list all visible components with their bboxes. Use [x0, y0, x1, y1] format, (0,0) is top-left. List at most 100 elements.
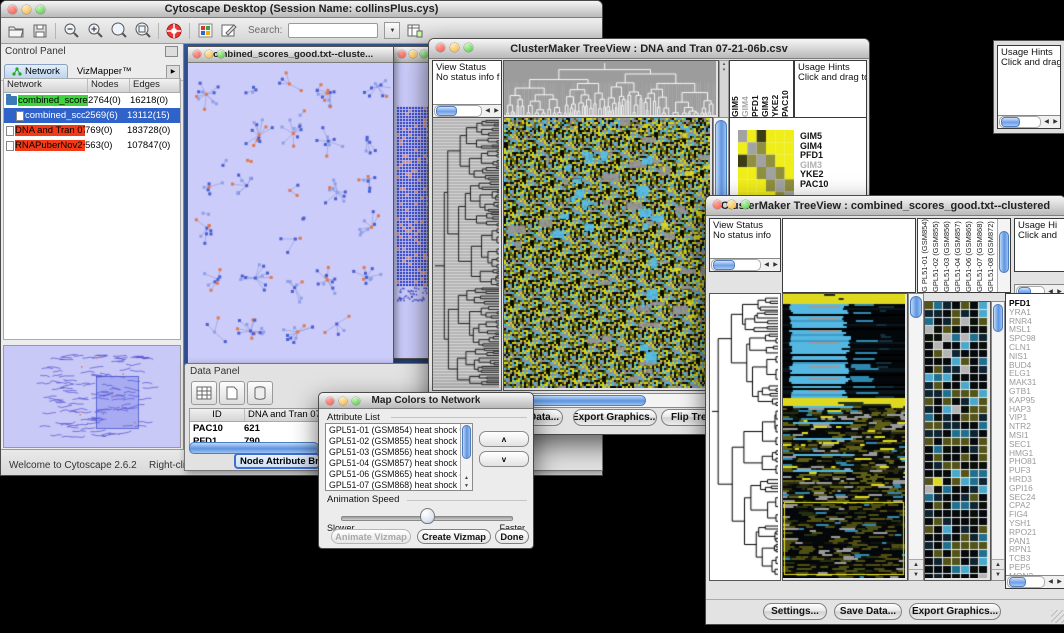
row-dendrogram[interactable] [709, 293, 781, 581]
background-treeview-fragment: Usage Hints Click and drag t ◀▶ [993, 40, 1064, 134]
network-edges-count: 183728(0) [127, 125, 180, 136]
zoom-button[interactable] [36, 5, 45, 14]
search-dropdown-button[interactable]: ▼ [384, 22, 400, 39]
minimize-button[interactable] [727, 200, 736, 209]
heatmap-vscrollbar[interactable]: ▲▼ [908, 293, 924, 581]
column-dendrogram[interactable] [503, 60, 719, 118]
settings-button[interactable]: Settings... [763, 603, 827, 620]
close-button[interactable] [193, 50, 201, 58]
pane-hscrollbar[interactable]: ◀▶ [710, 258, 780, 271]
heatmap-view[interactable] [782, 293, 908, 581]
column-label: GPL51-08 (GSM872) [986, 219, 997, 292]
annotation-icon[interactable] [220, 22, 238, 40]
pane-hscrollbar[interactable]: ◀▶ [433, 104, 501, 117]
tab-overflow-button[interactable]: ▶ [166, 65, 180, 79]
heatmap-view[interactable] [503, 117, 713, 391]
minimize-button[interactable] [205, 50, 213, 58]
view-status-text: No status info [710, 231, 780, 241]
titlebar[interactable]: combined_scores_good.txt--cluste... [188, 47, 393, 63]
network-name: DNA and Tran 07 [15, 125, 85, 136]
divider [391, 417, 527, 418]
attribute-browser-icon[interactable] [406, 22, 424, 40]
network-window-title: combined_scores_good.txt--cluste... [208, 49, 373, 60]
save-data-button[interactable]: Save Data... [834, 603, 902, 620]
close-button[interactable] [436, 43, 445, 52]
attribute-item[interactable]: GPL51-07 (GSM868) heat shock 60 min [327, 480, 460, 491]
move-up-button[interactable]: ʌ [479, 431, 529, 447]
export-graphics-button[interactable]: Export Graphics... [573, 409, 657, 426]
attribute-item[interactable]: GPL51-06 (GSM865) heat shock 40 min [327, 469, 460, 480]
zoom-in-icon[interactable] [86, 22, 104, 40]
move-down-button[interactable]: v [479, 451, 529, 467]
network-row-icon [6, 141, 14, 151]
zoom-vscrollbar[interactable]: ▲▼ [991, 301, 1005, 581]
animate-vizmap-button[interactable]: Animate Vizmap [331, 529, 411, 544]
column-tree-pane[interactable] [782, 218, 916, 293]
zoom-button[interactable] [464, 43, 473, 52]
titlebar[interactable]: ClusterMaker TreeView : combined_scores_… [706, 196, 1064, 216]
pane-hscrollbar[interactable]: ◀▶ [998, 115, 1060, 128]
zoom-heatmap-view[interactable] [924, 301, 991, 581]
network-overview-panel[interactable] [3, 345, 181, 448]
network-row[interactable]: DNA and Tran 07 769(0) 183728(0) [4, 123, 180, 138]
close-button[interactable] [8, 5, 17, 14]
labels-vscrollbar[interactable] [997, 219, 1010, 292]
select-attributes-icon[interactable] [191, 381, 217, 405]
network-nodes-count: 2764(0) [88, 95, 130, 106]
toolbar-separator [189, 23, 190, 39]
main-titlebar[interactable]: Cytoscape Desktop (Session Name: collins… [1, 1, 602, 18]
float-panel-icon[interactable] [165, 46, 178, 57]
heatmap-hscrollbar[interactable] [503, 393, 713, 408]
gene-hscrollbar[interactable]: ◀▶ [1006, 575, 1064, 588]
attribute-item[interactable]: GPL51-04 (GSM857) heat shock 20 min [327, 458, 460, 469]
zoom-selected-icon[interactable] [110, 22, 128, 40]
zoom-out-icon[interactable] [62, 22, 80, 40]
minimize-button[interactable] [339, 397, 347, 405]
attribute-item[interactable]: GPL51-02 (GSM855) heat shock 10 min [327, 436, 460, 447]
close-button[interactable] [713, 200, 722, 209]
search-input[interactable] [288, 23, 378, 38]
attribute-list-vscrollbar[interactable]: ▲ ▼ [460, 424, 472, 490]
open-session-icon[interactable] [7, 22, 25, 40]
animation-speed-slider-thumb[interactable] [420, 508, 435, 524]
close-button[interactable] [326, 397, 334, 405]
attribute-item[interactable]: GPL51-01 (GSM854) heat shock 05 min [327, 425, 460, 436]
vizmapper-icon[interactable] [196, 22, 214, 40]
zoom-button[interactable] [352, 397, 360, 405]
minimize-button[interactable] [409, 50, 417, 58]
similarity-matrix-canvas[interactable] [738, 130, 794, 204]
row-dendrogram[interactable] [432, 117, 502, 391]
zoom-button[interactable] [217, 50, 225, 58]
zoom-button[interactable] [741, 200, 750, 209]
new-attribute-icon[interactable] [219, 381, 245, 405]
titlebar[interactable]: ClusterMaker TreeView : DNA and Tran 07-… [429, 39, 869, 59]
view-status-pane: View Status No status info ◀▶ [709, 218, 781, 272]
network-row[interactable]: combined_scores 2764(0) 16218(0) [4, 93, 180, 108]
treeview-button-bar: Settings... Save Data... Export Graphics… [706, 599, 1064, 624]
tab-vizmapper[interactable]: VizMapper™ [70, 65, 139, 79]
column-label: GPL51-07 (GSM868) [975, 219, 986, 292]
network-row[interactable]: combined_sco 2569(6) 13112(15) [4, 108, 180, 123]
column-label: GPL51-04 (GSM857) [953, 219, 964, 292]
network-row[interactable]: RNAPuberNov2+ 563(0) 107847(0) [4, 138, 180, 153]
export-graphics-button[interactable]: Export Graphics... [909, 603, 1001, 620]
zoom-button[interactable] [420, 50, 428, 58]
close-button[interactable] [398, 50, 406, 58]
node-attribute-browser-tab[interactable]: Node Attribute Brows [234, 453, 320, 469]
column-label: GPL51-02 (GSM855) [931, 219, 942, 292]
attribute-item[interactable]: GPL51-03 (GSM856) heat shock 15 min [327, 447, 460, 458]
help-icon[interactable] [165, 22, 183, 40]
network-view-canvas[interactable] [188, 63, 391, 362]
minimize-button[interactable] [22, 5, 31, 14]
overview-canvas[interactable] [4, 346, 180, 445]
zoom-fit-icon[interactable] [134, 22, 152, 40]
minimize-button[interactable] [450, 43, 459, 52]
splitter-strip[interactable]: ▴▾ [719, 60, 729, 118]
delete-attribute-icon[interactable] [247, 381, 273, 405]
resize-grip[interactable] [1051, 610, 1064, 623]
create-vizmap-button[interactable]: Create Vizmap [417, 529, 491, 544]
done-button[interactable]: Done [495, 529, 529, 544]
save-session-icon[interactable] [31, 22, 49, 40]
column-label: YKE2 [770, 61, 780, 117]
titlebar[interactable]: Map Colors to Network [319, 393, 533, 409]
